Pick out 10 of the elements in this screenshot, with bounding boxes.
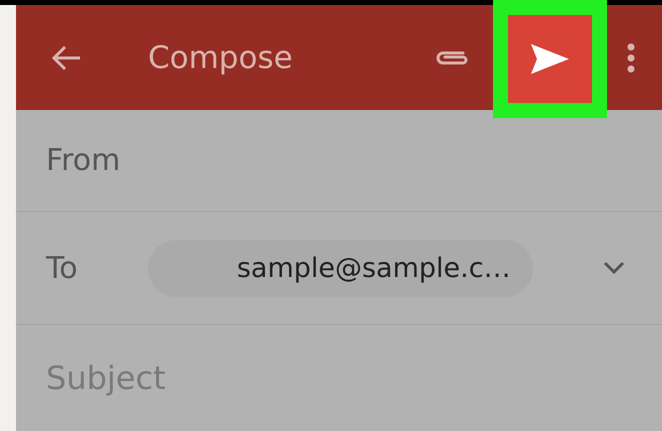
subject-field[interactable]: Subject: [46, 359, 546, 397]
toolbar-title: Compose: [148, 40, 294, 76]
chevron-down-icon[interactable]: [602, 261, 625, 275]
send-icon: [530, 43, 570, 75]
more-options-icon[interactable]: [627, 42, 635, 72]
back-icon[interactable]: [50, 44, 82, 72]
to-label: To: [46, 250, 78, 286]
from-label: From: [46, 143, 120, 178]
recipient-chip[interactable]: sample@sample.c…: [148, 240, 533, 296]
send-button[interactable]: [508, 15, 592, 103]
